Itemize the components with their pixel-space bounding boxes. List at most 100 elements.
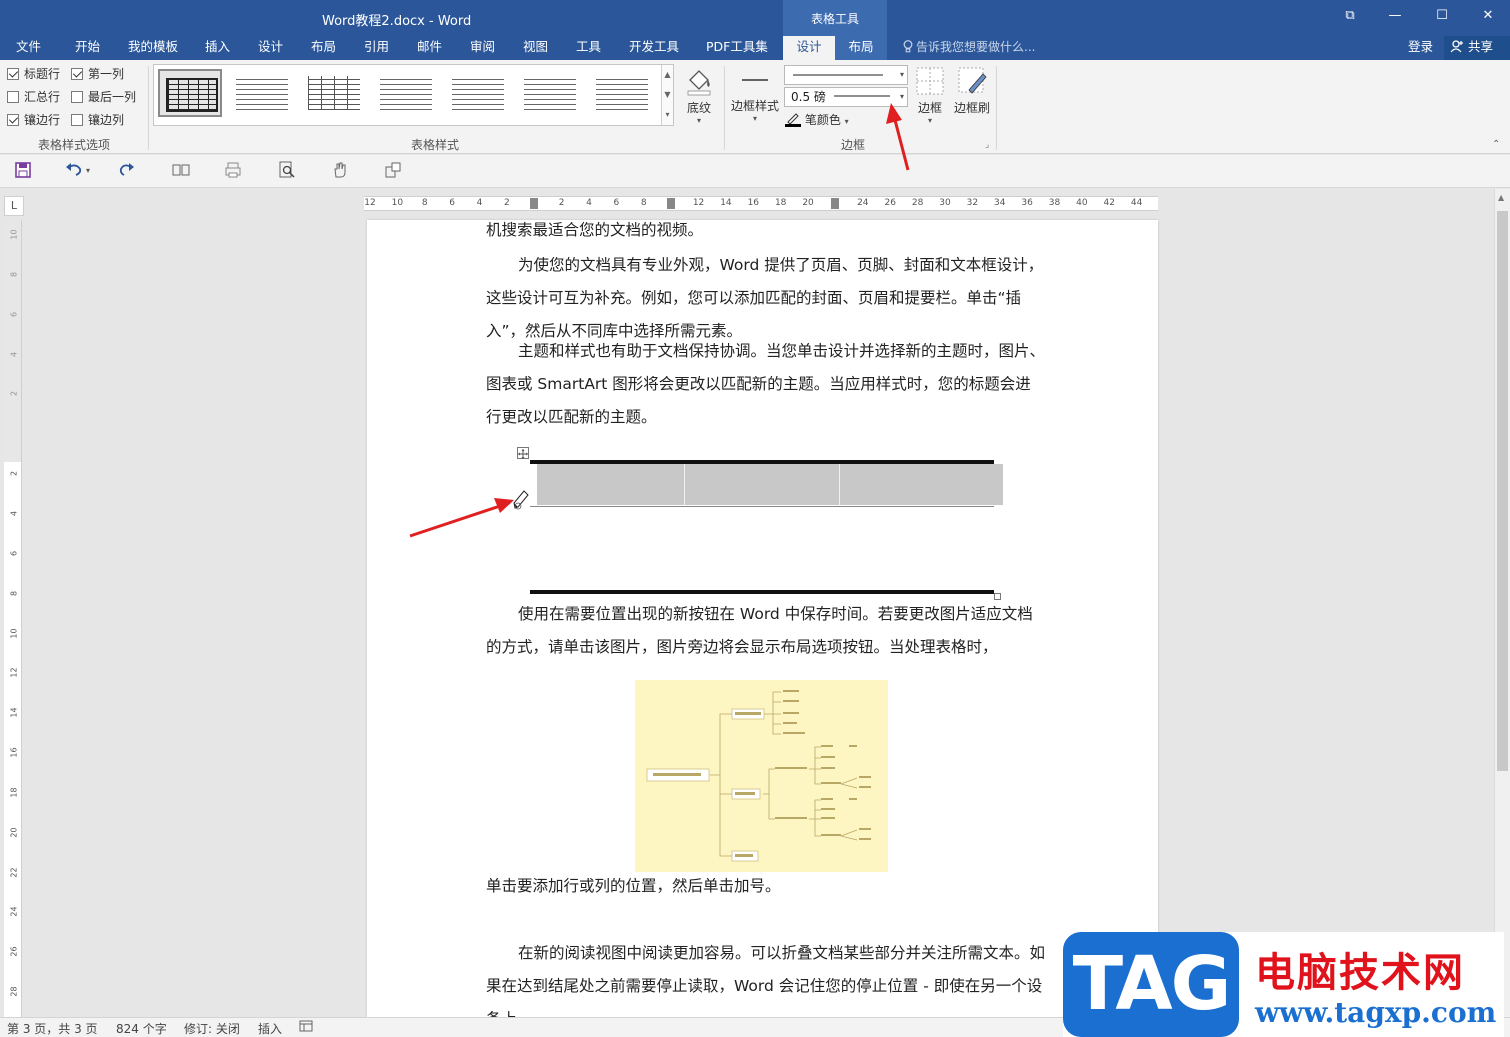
border-style-line-icon bbox=[742, 79, 768, 81]
horizontal-ruler[interactable]: 12 10 8 6 4 2 2 4 6 8 12 14 16 18 20 24 26 28 30 32 34 36 38 40… bbox=[364, 196, 1158, 211]
first-column-checkbox[interactable]: 第一列 bbox=[71, 65, 124, 83]
save-button[interactable] bbox=[14, 161, 36, 183]
table-style-option[interactable] bbox=[230, 69, 294, 117]
table-style-grid-selected[interactable] bbox=[158, 69, 222, 117]
table-row[interactable] bbox=[537, 464, 1003, 505]
minimize-button[interactable]: — bbox=[1375, 4, 1415, 28]
collapse-ribbon-button[interactable]: ⌃ bbox=[1492, 139, 1500, 150]
read-mode-button[interactable] bbox=[172, 161, 194, 183]
table-style-option[interactable] bbox=[590, 69, 654, 117]
tab-home[interactable]: 开始 bbox=[75, 36, 100, 60]
table-style-option[interactable] bbox=[302, 69, 366, 117]
ruler-tick-label: 12 bbox=[9, 667, 19, 678]
tab-table-design[interactable]: 设计 bbox=[783, 36, 835, 60]
macro-recording-icon[interactable] bbox=[299, 1020, 313, 1035]
ribbon: 标题行 第一列 汇总行 最后一列 镶边行 镶边列 表格样式选项 ▲ ▼ ▾ 底纹… bbox=[0, 60, 1510, 154]
ruler-tick-label: 24 bbox=[9, 906, 19, 918]
scrollbar-thumb[interactable] bbox=[1497, 211, 1508, 771]
gallery-scroll-down-button[interactable]: ▼ bbox=[662, 85, 673, 105]
tell-me-search[interactable]: 告诉我您想要做什么... bbox=[903, 36, 1035, 60]
tab-mailings[interactable]: 邮件 bbox=[417, 36, 442, 60]
share-label: 共享 bbox=[1467, 39, 1493, 54]
ruler-tick-label: 10 bbox=[391, 198, 404, 208]
ruler-tick-label: 26 bbox=[9, 946, 19, 957]
lightbulb-icon bbox=[903, 40, 913, 53]
line-style-select[interactable]: ▾ bbox=[784, 65, 908, 85]
paragraph: 使用在需要位置出现的新按钮在 Word 中保存时间。若要更改图片适应文档的方式，… bbox=[486, 605, 1033, 656]
tab-view[interactable]: 视图 bbox=[523, 36, 548, 60]
border-styles-button[interactable]: 边框样式 ▾ bbox=[728, 66, 782, 123]
tab-references[interactable]: 引用 bbox=[364, 36, 389, 60]
total-row-checkbox[interactable]: 汇总行 bbox=[7, 88, 60, 106]
tab-my-templates[interactable]: 我的模板 bbox=[128, 36, 178, 60]
table-move-handle[interactable] bbox=[517, 447, 529, 459]
checkbox-unchecked bbox=[71, 91, 83, 103]
page-count-status[interactable]: 第 3 页，共 3 页 bbox=[7, 1020, 98, 1037]
ruler-tick-label: 8 bbox=[640, 198, 647, 208]
border-painter-label: 边框刷 bbox=[953, 101, 990, 115]
tell-me-placeholder: 告诉我您想要做什么... bbox=[916, 40, 1036, 54]
document-page[interactable]: 机搜索最适合您的文档的视频。 为使您的文档具有专业外观，Word 提供了页眉、页… bbox=[367, 220, 1158, 1017]
table-bottom-border bbox=[530, 590, 994, 594]
print-preview-button[interactable] bbox=[278, 161, 300, 183]
tab-table-layout[interactable]: 布局 bbox=[835, 36, 887, 60]
banded-rows-checkbox[interactable]: 镶边行 bbox=[7, 111, 60, 129]
ruler-tick-label: 14 bbox=[720, 198, 732, 208]
borders-dialog-launcher[interactable]: ⌟ bbox=[985, 140, 989, 150]
border-painter-button[interactable]: 边框刷 bbox=[952, 66, 992, 116]
vertical-scrollbar[interactable]: ▲ bbox=[1494, 189, 1510, 1017]
pen-color-button[interactable]: 笔颜色 ▾ bbox=[785, 111, 849, 128]
last-column-checkbox[interactable]: 最后一列 bbox=[71, 88, 136, 106]
close-button[interactable]: ✕ bbox=[1468, 4, 1508, 28]
paragraph: 在新的阅读视图中阅读更加容易。可以折叠文档某些部分并关注所需文本。如果在达到结尾… bbox=[486, 944, 1046, 1017]
customize-button[interactable] bbox=[384, 161, 406, 183]
track-changes-status[interactable]: 修订: 关闭 bbox=[184, 1020, 240, 1037]
gallery-scroll-up-button[interactable]: ▲ bbox=[662, 65, 673, 85]
group-label-table-styles: 表格样式 bbox=[411, 138, 460, 152]
print-button[interactable] bbox=[224, 161, 246, 183]
tab-review[interactable]: 审阅 bbox=[470, 36, 495, 60]
table-style-option[interactable] bbox=[446, 69, 510, 117]
tab-design[interactable]: 设计 bbox=[258, 36, 283, 60]
word-count-status[interactable]: 824 个字 bbox=[116, 1020, 167, 1037]
insert-mode-status[interactable]: 插入 bbox=[258, 1020, 282, 1037]
shading-button[interactable]: 底纹 ▾ bbox=[680, 66, 718, 125]
touch-mode-button[interactable] bbox=[331, 161, 353, 183]
ruler-tick-label: 12 bbox=[364, 198, 376, 208]
tab-file[interactable]: 文件 bbox=[16, 36, 41, 60]
banded-columns-checkbox[interactable]: 镶边列 bbox=[71, 111, 124, 129]
watermark-logo: TAG 电脑技术网 www.tagxp.com bbox=[1063, 932, 1504, 1037]
redo-button[interactable] bbox=[118, 161, 140, 183]
tab-tools[interactable]: 工具 bbox=[576, 36, 601, 60]
tab-selector[interactable]: L bbox=[4, 196, 24, 216]
ruler-tick-label: 6 bbox=[9, 550, 19, 556]
maximize-button[interactable]: ☐ bbox=[1422, 4, 1462, 28]
table-style-option[interactable] bbox=[518, 69, 582, 117]
header-row-checkbox[interactable]: 标题行 bbox=[7, 65, 60, 83]
group-divider bbox=[724, 66, 725, 150]
ruler-tick-label: 6 bbox=[449, 198, 455, 208]
borders-button[interactable]: 边框 ▾ bbox=[912, 66, 948, 125]
tab-developer[interactable]: 开发工具 bbox=[629, 36, 679, 60]
tab-insert[interactable]: 插入 bbox=[205, 36, 230, 60]
gallery-more-button[interactable]: ▾ bbox=[662, 105, 673, 125]
tab-layout[interactable]: 布局 bbox=[311, 36, 336, 60]
ruler-tick-label: 2 bbox=[504, 198, 510, 208]
ruler-tick-label: 30 bbox=[939, 198, 951, 208]
undo-icon: ▾ bbox=[66, 163, 90, 176]
table-style-thumbnail bbox=[308, 76, 360, 110]
save-icon bbox=[15, 162, 31, 178]
vertical-ruler[interactable]: 108642246810121416182022242628 bbox=[4, 220, 22, 1017]
table-styles-gallery[interactable]: ▲ ▼ ▾ bbox=[153, 64, 674, 126]
share-button[interactable]: 共享 bbox=[1444, 36, 1510, 60]
table-style-option[interactable] bbox=[374, 69, 438, 117]
sign-in-link[interactable]: 登录 bbox=[1408, 36, 1433, 58]
undo-button[interactable]: ▾ bbox=[64, 161, 98, 183]
tab-pdf-tools[interactable]: PDF工具集 bbox=[706, 36, 768, 60]
mind-map-image[interactable] bbox=[635, 680, 888, 872]
scroll-up-icon[interactable]: ▲ bbox=[1498, 193, 1504, 202]
ribbon-display-options-button[interactable]: ⧉ bbox=[1330, 4, 1370, 28]
ruler-tick-label: 4 bbox=[9, 510, 19, 516]
line-weight-select[interactable]: 0.5 磅 ▾ bbox=[784, 87, 908, 107]
chevron-down-icon: ▾ bbox=[899, 92, 904, 101]
